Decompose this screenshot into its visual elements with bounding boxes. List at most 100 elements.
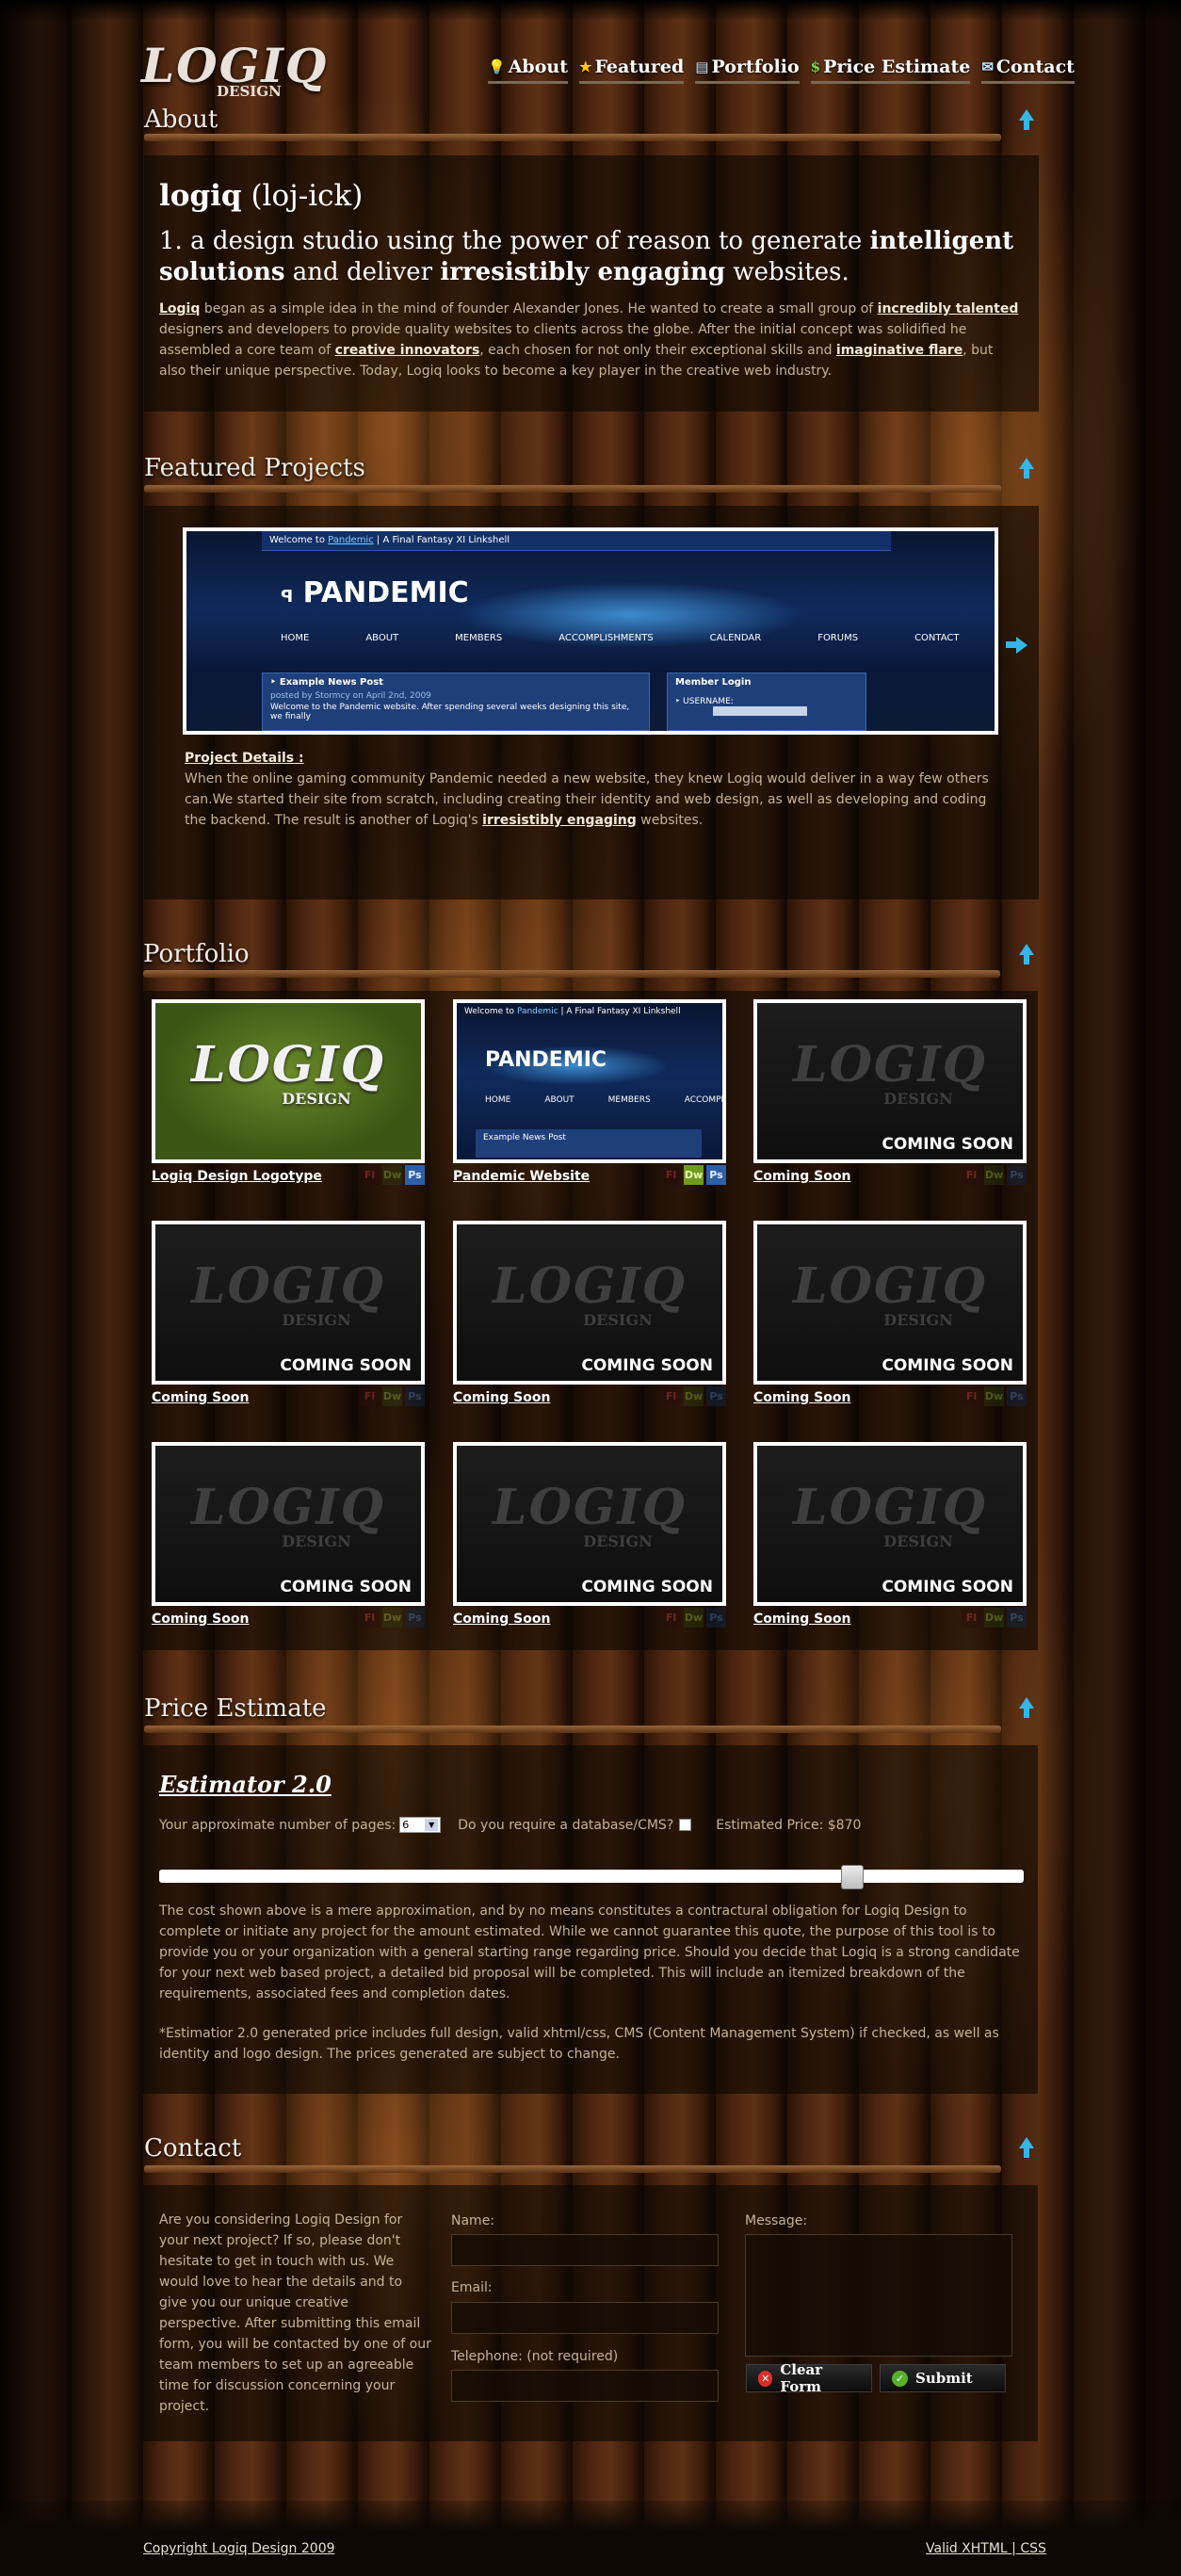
phone-field[interactable] [451,2370,719,2402]
headword: logiq [159,179,242,213]
valid-xhtml-css-link[interactable]: Valid XHTML | CSS [926,2541,1046,2556]
portfolio-thumbnail[interactable]: LOGIQ DESIGN [152,999,425,1163]
email-field[interactable] [451,2302,719,2334]
portfolio-logo-mark: LOGIQ [793,1479,987,1536]
portfolio-logo-mark: LOGIQ [793,1036,987,1094]
about-link-talented[interactable]: incredibly talented [878,301,1019,316]
portfolio-heading: Portfolio [143,940,250,968]
portfolio-logo-mark: LOGIQ [493,1479,687,1536]
check-icon: ✓ [892,2370,908,2387]
back-to-top-icon[interactable] [1017,458,1036,480]
details-text: websites. [636,813,704,828]
nav-item-featured[interactable]: ★ Featured [578,57,685,84]
portfolio-item-title[interactable]: Coming Soon [453,1612,550,1627]
portfolio-item[interactable]: Welcome to Pandemic | A Final Fantasy XI… [453,999,726,1216]
price-slider-track[interactable] [159,1870,1024,1883]
logo[interactable]: LOGIQ DESIGN [141,40,326,107]
chevron-down-icon: ▼ [425,1819,439,1831]
message-label: Message: [745,2213,808,2228]
nav-item-price-estimate[interactable]: $ Price Estimate [810,57,971,84]
screenshot-login: Member Login ‣ USERNAME: [667,672,866,731]
about-link-innovators[interactable]: creative innovators [335,343,480,358]
portfolio-thumbnail[interactable]: LOGIQ DESIGN COMING SOON [753,1221,1027,1385]
portfolio-item-title[interactable]: Coming Soon [152,1612,249,1627]
screenshot-topbar: Welcome to Pandemic | A Final Fantasy XI… [262,531,891,551]
pages-select[interactable]: 6 ▼ [399,1817,442,1833]
portfolio-item-title[interactable]: Coming Soon [753,1612,850,1627]
top-shadow [0,0,1181,21]
portfolio-thumbnail[interactable]: LOGIQ DESIGN COMING SOON [152,1442,425,1606]
photoshop-icon: Ps [1007,1608,1027,1628]
contact-intro: Are you considering Logiq Design for you… [159,2212,431,2414]
photoshop-icon: Ps [405,1386,425,1406]
portfolio-thumbnail[interactable]: LOGIQ DESIGN COMING SOON [453,1442,726,1606]
photoshop-icon: Ps [706,1165,726,1185]
next-project-icon[interactable] [1006,636,1028,655]
lightbulb-icon: 💡 [488,58,506,75]
definition-part: 1. a design studio using the power of re… [159,227,870,255]
portfolio-thumbnail[interactable]: Welcome to Pandemic | A Final Fantasy XI… [453,999,726,1163]
message-field[interactable] [745,2234,1012,2357]
portfolio-thumbnail[interactable]: LOGIQ DESIGN COMING SOON [753,999,1027,1163]
flash-icon: Fl [962,1608,981,1628]
db-checkbox[interactable] [679,1819,692,1831]
flash-icon: Fl [360,1386,380,1406]
dreamweaver-icon: Dw [984,1386,1004,1406]
mail-icon: ✉ [981,58,994,75]
nav-item-label: About [508,57,568,77]
portfolio-item-title[interactable]: Coming Soon [152,1390,249,1405]
portfolio-item[interactable]: LOGIQ DESIGN COMING SOON Coming Soon Fl Dw Ps [753,1442,1027,1659]
portfolio-item-title[interactable]: Logiq Design Logotype [152,1169,322,1184]
back-to-top-icon[interactable] [1017,944,1036,966]
portfolio-item[interactable]: LOGIQ DESIGN COMING SOON Coming Soon Fl Dw Ps [453,1221,726,1437]
portfolio-item-title[interactable]: Coming Soon [753,1169,850,1184]
submit-button[interactable]: ✓ Submit [880,2364,1006,2392]
pages-value: 6 [402,1819,410,1831]
portfolio-item[interactable]: LOGIQ DESIGN COMING SOON Coming Soon Fl Dw Ps [152,1221,425,1437]
nav-item-label: Price Estimate [823,57,971,77]
flash-icon: Fl [661,1386,681,1406]
featured-heading: Featured Projects [144,454,365,482]
coming-soon-badge: COMING SOON [581,1356,713,1375]
clear-form-button[interactable]: ✕ Clear Form [746,2361,872,2395]
portfolio-thumbnail[interactable]: LOGIQ DESIGN COMING SOON [453,1221,726,1385]
definition-part: websites. [725,258,849,286]
estimator-controls: Your approximate number of pages: 6 ▼ Do … [159,1817,861,1833]
back-to-top-icon[interactable] [1017,1697,1036,1720]
portfolio-item-title[interactable]: Coming Soon [453,1390,550,1405]
featured-screenshot[interactable]: Welcome to Pandemic | A Final Fantasy XI… [183,527,998,735]
thumbnail-brand: PANDEMIC [485,1048,607,1072]
picture-icon: ▤ [695,58,709,75]
details-link[interactable]: irresistibly engaging [482,813,637,828]
back-to-top-icon[interactable] [1017,109,1036,132]
about-link-flare[interactable]: imaginative flare [836,343,963,358]
portfolio-thumbnail[interactable]: LOGIQ DESIGN COMING SOON [152,1221,425,1385]
portfolio-item[interactable]: LOGIQ DESIGN Logiq Design Logotype Fl Dw Ps [152,999,425,1216]
portfolio-item-title[interactable]: Pandemic Website [453,1169,590,1184]
tool-icons: Fl Dw Ps [661,1386,726,1406]
nav-item-portfolio[interactable]: ▤ Portfolio [695,57,800,84]
name-label: Name: [451,2213,495,2228]
price-slider-handle[interactable] [841,1865,865,1889]
screenshot-nav-item: CONTACT [914,633,960,643]
nav-item-contact[interactable]: ✉ Contact [981,57,1075,84]
thumbnail-nav-item: MEMBERS [607,1095,651,1105]
portfolio-logo-sub: DESIGN [583,1532,653,1550]
portfolio-logo-sub: DESIGN [883,1311,953,1329]
login-title: Member Login [675,677,752,688]
portfolio-item[interactable]: LOGIQ DESIGN COMING SOON Coming Soon Fl Dw Ps [453,1442,726,1659]
coming-soon-badge: COMING SOON [882,1135,1013,1154]
portfolio-item-title[interactable]: Coming Soon [753,1390,850,1405]
portfolio-item[interactable]: LOGIQ DESIGN COMING SOON Coming Soon Fl Dw Ps [152,1442,425,1659]
copyright-link[interactable]: Copyright Logiq Design 2009 [143,2541,335,2556]
nav-item-about[interactable]: 💡 About [488,57,568,84]
nav-item-label: Contact [995,57,1075,77]
contact-divider [144,2165,1001,2173]
portfolio-item[interactable]: LOGIQ DESIGN COMING SOON Coming Soon Fl Dw Ps [753,999,1027,1216]
portfolio-item[interactable]: LOGIQ DESIGN COMING SOON Coming Soon Fl Dw Ps [753,1221,1027,1437]
portfolio-thumbnail[interactable]: LOGIQ DESIGN COMING SOON [753,1442,1027,1606]
about-link-logiq[interactable]: Logiq [159,301,200,316]
thumbnail-topbar-text: | A Final Fantasy XI Linkshell [558,1007,681,1016]
back-to-top-icon[interactable] [1017,2137,1036,2160]
name-field[interactable] [451,2234,719,2266]
